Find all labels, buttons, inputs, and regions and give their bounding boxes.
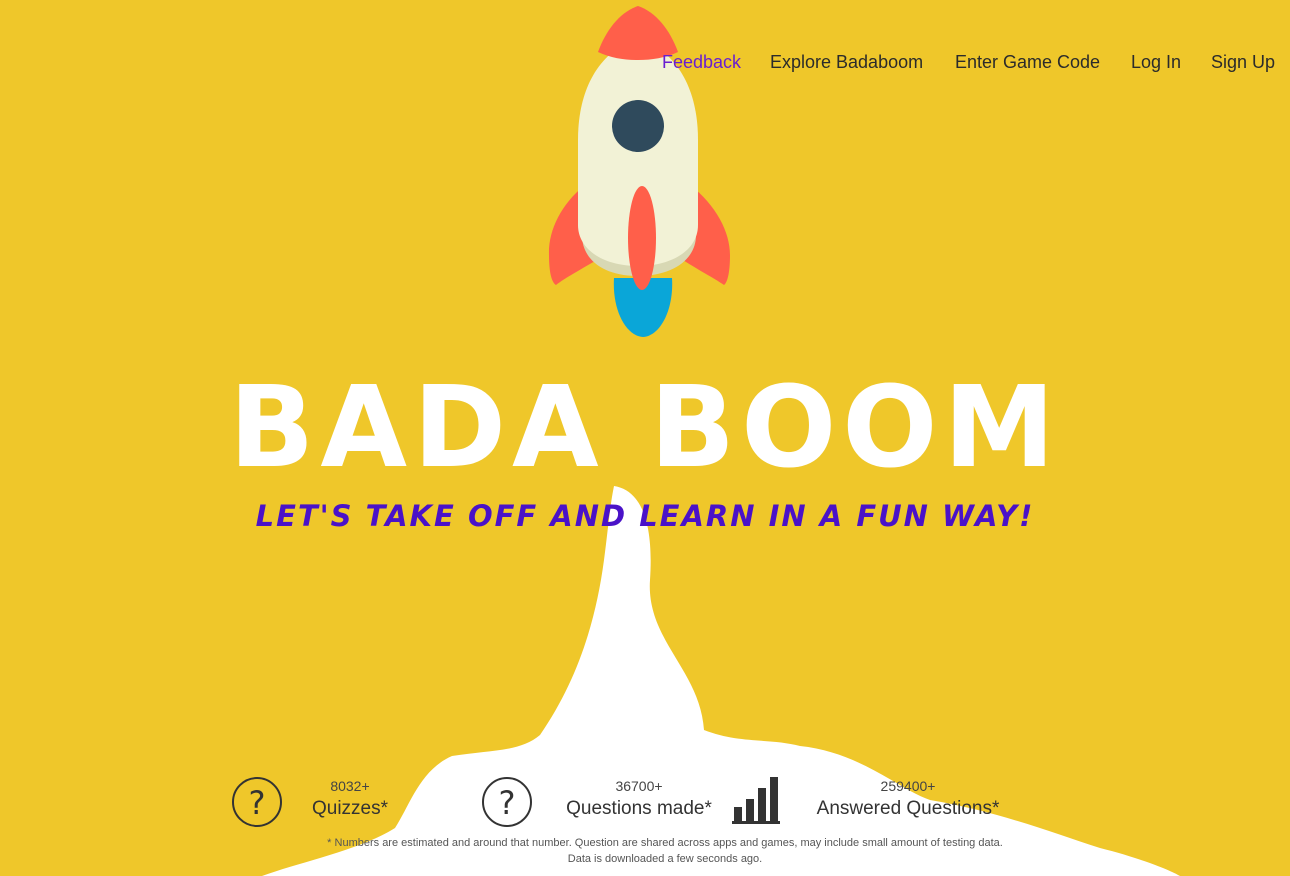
nav-link-log-in[interactable]: Log In bbox=[1131, 52, 1181, 73]
svg-text:?: ? bbox=[499, 784, 516, 822]
stat-quizzes-label: Quizzes* bbox=[311, 798, 389, 819]
question-circle-icon: ? bbox=[232, 777, 282, 827]
stat-questions-label: Questions made* bbox=[566, 798, 712, 819]
stat-answered-count: 259400+ bbox=[880, 778, 936, 794]
landing-page: Feedback Explore Badaboom Enter Game Cod… bbox=[0, 0, 1290, 876]
question-circle-icon: ? bbox=[482, 777, 532, 827]
nav-link-sign-up[interactable]: Sign Up bbox=[1211, 52, 1275, 73]
top-navigation: Feedback Explore Badaboom Enter Game Cod… bbox=[0, 52, 1290, 76]
nav-link-feedback[interactable]: Feedback bbox=[662, 52, 741, 73]
bar-chart-icon bbox=[732, 777, 780, 824]
stat-answered-label: Answered Questions* bbox=[816, 798, 1000, 819]
stat-questions-count: 36700+ bbox=[615, 778, 663, 794]
tagline: LET'S TAKE OFF AND LEARN IN A FUN WAY! bbox=[255, 499, 1035, 533]
svg-text:?: ? bbox=[249, 784, 266, 822]
data-freshness-note: Data is downloaded a few seconds ago. bbox=[567, 853, 763, 865]
nav-link-enter-game-code[interactable]: Enter Game Code bbox=[955, 52, 1100, 73]
stats-disclaimer: * Numbers are estimated and around that … bbox=[327, 837, 1003, 849]
stat-quizzes-count: 8032+ bbox=[330, 778, 370, 794]
nav-link-explore-badaboom[interactable]: Explore Badaboom bbox=[770, 52, 923, 73]
site-title: BADA BOOM bbox=[229, 363, 1061, 493]
